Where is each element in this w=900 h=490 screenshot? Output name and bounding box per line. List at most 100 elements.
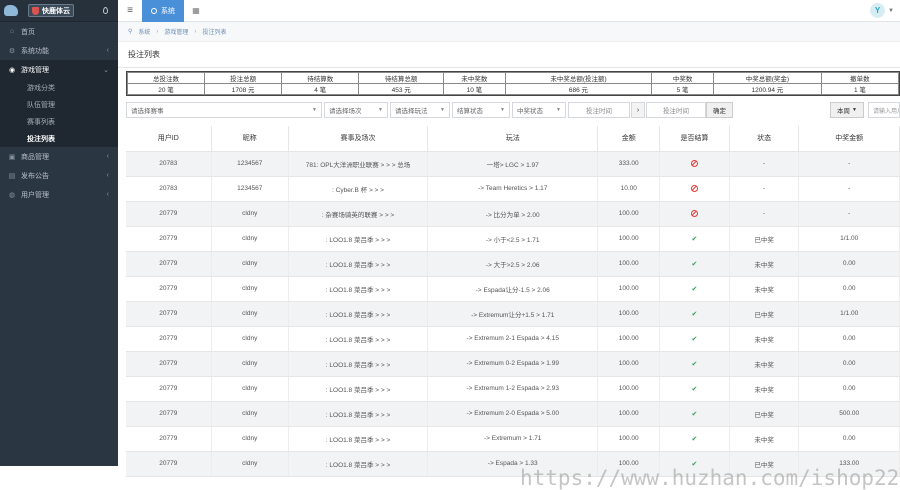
cell-nick: cldny — [211, 326, 288, 351]
table-row[interactable]: 20779cldny: LOO1.8 菜吕季 > > >-> 小于<2.5 > … — [126, 226, 900, 251]
brand-badge[interactable]: 快鹿体云 — [28, 4, 74, 17]
cell-status: 未中奖 — [729, 426, 799, 451]
breadcrumb-item[interactable]: 系统 — [138, 27, 150, 36]
column-header[interactable]: 是否结算 — [660, 126, 730, 151]
cell-play: -> 大于>2.5 > 2.06 — [428, 251, 598, 276]
brand-bar: 快鹿体云 — [0, 0, 118, 22]
cell-event: 781: OPL大洋洲职业联赛 > > > 总场 — [288, 151, 427, 176]
settings-icon — [151, 8, 157, 14]
tab-system[interactable]: 系统 — [142, 0, 184, 22]
check-icon: ✔ — [692, 386, 698, 393]
sidebar-item-announcements[interactable]: ▤发布公告‹ — [0, 166, 118, 185]
summary-value: 686 元 — [505, 84, 651, 95]
cell-status: 未中奖 — [729, 251, 799, 276]
cell-settled — [660, 176, 730, 201]
grid-icon[interactable]: ▦ — [184, 6, 208, 15]
sidebar-item-products[interactable]: ▣商品管理‹ — [0, 147, 118, 166]
check-icon: ✔ — [692, 461, 698, 468]
summary-value: 1200.94 元 — [713, 84, 821, 95]
chevron-down-icon: ⌄ — [103, 66, 109, 74]
column-header[interactable]: 昵称 — [211, 126, 288, 151]
column-header[interactable]: 玩法 — [428, 126, 598, 151]
table-row[interactable]: 20779cldny: LOO1.8 菜吕季 > > >-> Extremum … — [126, 326, 900, 351]
cell-settled — [660, 201, 730, 226]
start-time-input[interactable]: 投注时间 — [568, 102, 630, 118]
cell-status: 已中奖 — [729, 401, 799, 426]
table-row[interactable]: 20779cldny: LOO1.8 菜吕季 > > >-> Espada > … — [126, 451, 900, 476]
cell-event: : LOO1.8 菜吕季 > > > — [288, 401, 427, 426]
user-menu[interactable]: Y▼ — [870, 3, 894, 18]
breadcrumb-item[interactable]: 游戏管理 — [164, 27, 188, 36]
cell-status: - — [729, 151, 799, 176]
cell-prize: 1/1.00 — [799, 226, 900, 251]
end-time-input[interactable]: 投注时间 — [646, 102, 706, 118]
check-icon: ✔ — [692, 336, 698, 343]
column-header[interactable]: 用户ID — [126, 126, 211, 151]
play-select[interactable]: 请选择玩法▼ — [390, 102, 450, 118]
sidebar-item-users[interactable]: ◍用户管理‹ — [0, 185, 118, 204]
cell-nick: cldny — [211, 251, 288, 276]
sidebar: 快鹿体云 ⌂首页 ⚙系统功能‹ ◉游戏管理⌄ 游戏分类 队伍管理 赛事列表 投注… — [0, 0, 118, 466]
cell-nick: cldny — [211, 426, 288, 451]
cell-uid: 20779 — [126, 326, 211, 351]
match-select[interactable]: 请选择场次▼ — [324, 102, 388, 118]
table-body: 207831234567781: OPL大洋洲职业联赛 > > > 总场一塔> … — [126, 151, 900, 476]
summary-header: 中奖总额(奖金) — [713, 73, 821, 84]
chevron-left-icon: ‹ — [107, 172, 109, 179]
table-row[interactable]: 207831234567781: OPL大洋洲职业联赛 > > > 总场一塔> … — [126, 151, 900, 176]
cell-prize: - — [799, 176, 900, 201]
win-status-select[interactable]: 中奖状态▼ — [512, 102, 566, 118]
column-header[interactable]: 中奖金额 — [799, 126, 900, 151]
column-header[interactable]: 赛事及场次 — [288, 126, 427, 151]
table-row[interactable]: 20779cldny: LOO1.8 菜吕季 > > >-> 大于>2.5 > … — [126, 251, 900, 276]
summary-value-row: 20 笔 1708 元 4 笔 453 元 10 笔 686 元 5 笔 120… — [128, 84, 899, 95]
sidebar-item-system[interactable]: ⚙系统功能‹ — [0, 41, 118, 60]
confirm-button[interactable]: 确定 — [706, 102, 733, 118]
breadcrumb-item[interactable]: 投注列表 — [202, 27, 226, 36]
sidebar-item-games[interactable]: ◉游戏管理⌄ — [0, 60, 118, 79]
table-row[interactable]: 20779cldny: 杂赛场骑英的联赛 > > >-> 比分为单 > 2.00… — [126, 201, 900, 226]
column-header[interactable]: 金额 — [598, 126, 660, 151]
table-row[interactable]: 20779cldny: LOO1.8 菜吕季 > > >-> Extremum … — [126, 401, 900, 426]
cell-amount: 100.00 — [598, 226, 660, 251]
chevron-left-icon: ‹ — [107, 153, 109, 160]
table-row[interactable]: 20779cldny: LOO1.8 菜吕季 > > >-> Extremum … — [126, 376, 900, 401]
submenu-item-matches[interactable]: 赛事列表 — [0, 113, 118, 130]
period-select[interactable]: 本周▼ — [830, 102, 864, 118]
check-icon: ✔ — [692, 361, 698, 368]
submenu-item-teams[interactable]: 队伍管理 — [0, 96, 118, 113]
summary-header: 中奖数 — [652, 73, 714, 84]
sidebar-item-home[interactable]: ⌂首页 — [0, 22, 118, 41]
cell-status: 已中奖 — [729, 451, 799, 476]
cell-play: -> Extremum > 1.71 — [428, 426, 598, 451]
search-input[interactable]: 请输入用户ID — [868, 102, 900, 118]
event-select[interactable]: 请选择赛事▼ — [126, 102, 322, 118]
cell-nick: 1234567 — [211, 176, 288, 201]
table-row[interactable]: 207831234567: Cyber.B 杯 > > >-> Team Her… — [126, 176, 900, 201]
submenu-item-bets[interactable]: 投注列表 — [0, 130, 118, 147]
cell-settled: ✔ — [660, 226, 730, 251]
cell-settled — [660, 151, 730, 176]
table-row[interactable]: 20779cldny: LOO1.8 菜吕季 > > >-> Extremum让… — [126, 301, 900, 326]
table-row[interactable]: 20779cldny: LOO1.8 菜吕季 > > >-> Extremum … — [126, 351, 900, 376]
column-header[interactable]: 状态 — [729, 126, 799, 151]
droplet-icon[interactable] — [103, 7, 108, 14]
ban-icon — [691, 185, 698, 192]
cell-nick: cldny — [211, 376, 288, 401]
table-row[interactable]: 20779cldny: LOO1.8 菜吕季 > > >-> Espada让分-… — [126, 276, 900, 301]
submenu-item-categories[interactable]: 游戏分类 — [0, 79, 118, 96]
table-row[interactable]: 20779cldny: LOO1.8 菜吕季 > > >-> Extremum … — [126, 426, 900, 451]
cell-nick: cldny — [211, 226, 288, 251]
cell-prize: 0.00 — [799, 376, 900, 401]
shield-icon — [32, 7, 39, 15]
cell-event: : LOO1.8 菜吕季 > > > — [288, 226, 427, 251]
cell-uid: 20779 — [126, 426, 211, 451]
cell-prize: 0.00 — [799, 326, 900, 351]
cell-uid: 20779 — [126, 451, 211, 476]
cell-amount: 100.00 — [598, 251, 660, 276]
cell-play: 一塔> LGC > 1.97 — [428, 151, 598, 176]
cell-amount: 333.00 — [598, 151, 660, 176]
hamburger-menu-icon[interactable]: ≡ — [118, 0, 142, 22]
cell-event: : Cyber.B 杯 > > > — [288, 176, 427, 201]
settle-status-select[interactable]: 结算状态▼ — [452, 102, 510, 118]
